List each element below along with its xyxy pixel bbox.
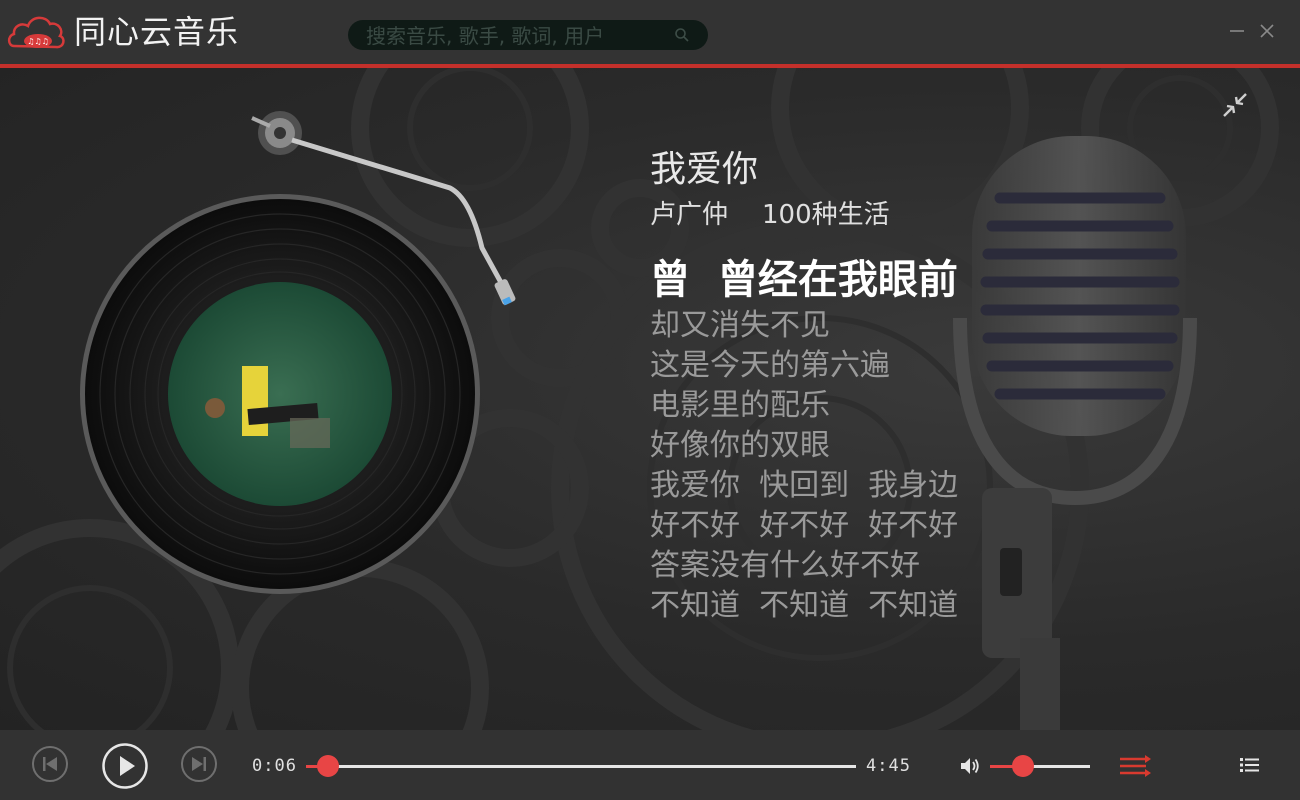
next-track-icon[interactable] <box>180 745 218 783</box>
search-input[interactable] <box>364 20 668 52</box>
lyric-line: 这是今天的第六遍 <box>650 348 890 383</box>
song-artist[interactable]: 卢广仲 <box>650 200 728 230</box>
player-controls: 0:06 4:45 <box>0 730 1300 800</box>
app-title: 同心云音乐 <box>74 13 240 51</box>
lyric-line: 我爱你 快回到 我身边 <box>650 468 959 503</box>
cloud-logo-icon: ♫♫♫ <box>7 16 65 49</box>
song-meta: 卢广仲 100种生活 <box>650 198 890 232</box>
play-icon[interactable] <box>101 742 149 790</box>
progress-thumb[interactable] <box>317 755 339 777</box>
lyric-line: 好不好 好不好 好不好 <box>650 508 959 543</box>
close-icon[interactable] <box>1258 22 1276 40</box>
lyric-line: 答案没有什么好不好 <box>650 548 920 583</box>
previous-track-icon[interactable] <box>31 745 69 783</box>
search-box[interactable] <box>348 20 708 52</box>
lyric-line: 不知道 不知道 不知道 <box>650 588 959 623</box>
song-title: 我爱你 <box>650 149 759 190</box>
progress-bar[interactable] <box>306 755 856 777</box>
vinyl-turntable <box>80 111 516 594</box>
collapse-view-icon[interactable] <box>1220 90 1250 120</box>
svg-text:♫♫♫: ♫♫♫ <box>27 37 49 46</box>
play-mode-list-loop-icon[interactable] <box>1118 754 1152 778</box>
song-info: 我爱你 卢广仲 100种生活 <box>650 148 890 232</box>
volume-thumb[interactable] <box>1012 755 1034 777</box>
lyric-line: 电影里的配乐 <box>650 388 830 423</box>
lyric-current-line: 曾 曾经在我眼前 <box>650 256 958 303</box>
volume-slider[interactable] <box>990 755 1090 777</box>
elapsed-time: 0:06 <box>252 756 297 776</box>
total-duration: 4:45 <box>866 756 911 776</box>
title-bar: ♫♫♫ 同心云音乐 <box>0 0 1300 64</box>
lyric-line: 好像你的双眼 <box>650 428 830 463</box>
lyrics-panel: 曾 曾经在我眼前 却又消失不见 这是今天的第六遍 电影里的配乐 好像你的双眼 我… <box>650 254 958 626</box>
volume-icon[interactable] <box>958 754 982 778</box>
minimize-icon[interactable] <box>1228 22 1246 40</box>
album-cover <box>168 282 392 506</box>
lyric-line: 却又消失不见 <box>650 308 830 343</box>
song-album[interactable]: 100种生活 <box>762 200 890 230</box>
now-playing-panel: 我爱你 卢广仲 100种生活 曾 曾经在我眼前 却又消失不见 这是今天的第六遍 电… <box>0 68 1300 730</box>
search-icon[interactable] <box>674 27 690 43</box>
playlist-icon[interactable] <box>1240 756 1260 774</box>
